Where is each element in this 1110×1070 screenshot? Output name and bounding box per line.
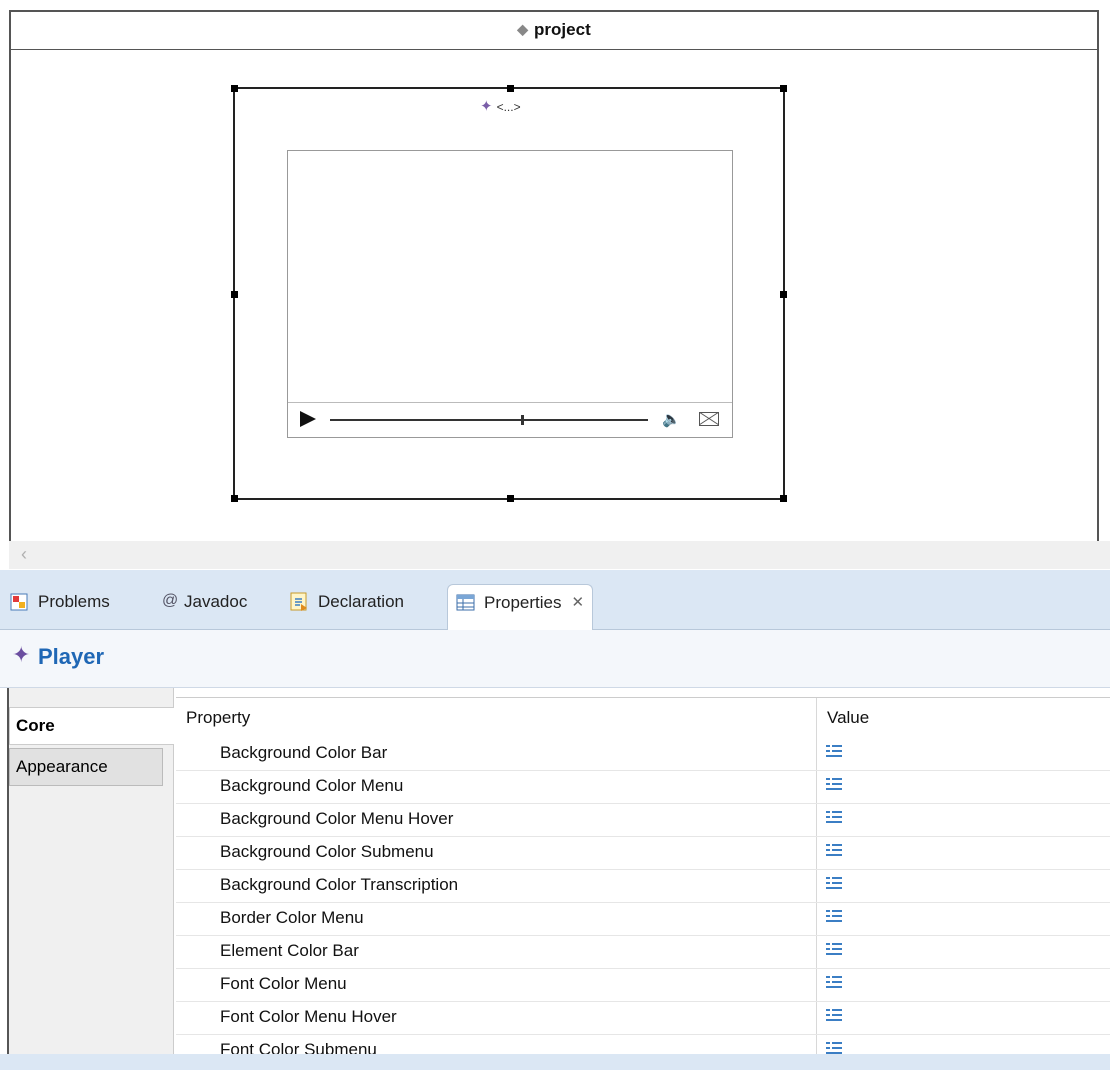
edit-value-icon[interactable] xyxy=(826,975,842,989)
table-row[interactable]: Background Color Menu Hover xyxy=(176,804,1110,837)
declaration-icon xyxy=(290,592,310,612)
tab-declaration[interactable]: Declaration xyxy=(290,584,404,630)
table-row[interactable]: Background Color Transcription xyxy=(176,870,1110,903)
view-tab-bar: Problems @ Javadoc Declaration Propertie… xyxy=(0,570,1110,630)
seek-thumb xyxy=(521,415,524,425)
problems-icon xyxy=(10,592,30,612)
section-tab-core[interactable]: Core xyxy=(9,707,174,745)
edit-value-icon[interactable] xyxy=(826,1008,842,1022)
column-header-value[interactable]: Value xyxy=(827,698,869,738)
property-table: Property Value Background Color Bar Backg… xyxy=(176,697,1110,1070)
resize-handle-s[interactable] xyxy=(507,495,514,502)
property-name: Font Color Menu Hover xyxy=(220,1007,397,1026)
resize-handle-e[interactable] xyxy=(780,291,787,298)
diamond-icon: ◆ xyxy=(517,21,529,37)
tab-properties-label: Properties xyxy=(484,593,562,612)
volume-icon: 🔈 xyxy=(662,411,681,428)
tab-declaration-label: Declaration xyxy=(318,592,404,611)
section-tabs: Core Appearance xyxy=(9,688,174,1070)
scroll-left-icon[interactable]: ‹ xyxy=(21,544,27,565)
table-row[interactable]: Border Color Menu xyxy=(176,903,1110,936)
edit-value-icon[interactable] xyxy=(826,777,842,791)
tab-properties[interactable]: Properties ✕ xyxy=(447,584,594,630)
resize-handle-nw[interactable] xyxy=(231,85,238,92)
resize-handle-ne[interactable] xyxy=(780,85,787,92)
property-name: Background Color Transcription xyxy=(220,875,459,894)
left-border xyxy=(0,688,9,1070)
property-name: Background Color Submenu xyxy=(220,842,434,861)
resize-handle-n[interactable] xyxy=(507,85,514,92)
edit-value-icon[interactable] xyxy=(826,942,842,956)
edit-value-icon[interactable] xyxy=(826,1041,842,1055)
close-icon[interactable]: ✕ xyxy=(571,593,584,611)
tab-javadoc-label: Javadoc xyxy=(184,592,248,611)
fullscreen-icon xyxy=(699,412,719,426)
property-name: Element Color Bar xyxy=(220,941,359,960)
properties-title-bar: ✦ Player xyxy=(0,630,1110,688)
property-name: Background Color Menu Hover xyxy=(220,809,454,828)
bottom-strip xyxy=(0,1054,1110,1070)
sparkle-icon: ✦ xyxy=(480,98,493,115)
tab-problems[interactable]: Problems xyxy=(10,584,110,630)
table-row[interactable]: Background Color Submenu xyxy=(176,837,1110,870)
resize-handle-sw[interactable] xyxy=(231,495,238,502)
column-header-property[interactable]: Property xyxy=(186,698,250,738)
player-label-text: <...> xyxy=(496,100,521,114)
at-icon: @ xyxy=(162,592,179,609)
edit-value-icon[interactable] xyxy=(826,810,842,824)
video-player-preview: 🔈 xyxy=(287,150,733,438)
horizontal-scrollbar[interactable]: ‹ xyxy=(9,541,1110,569)
sparkle-icon: ✦ xyxy=(12,642,31,667)
property-name: Background Color Menu xyxy=(220,776,404,795)
table-row[interactable]: Background Color Menu xyxy=(176,771,1110,804)
table-row[interactable]: Element Color Bar xyxy=(176,936,1110,969)
seek-bar xyxy=(330,415,648,425)
resize-handle-w[interactable] xyxy=(231,291,238,298)
property-name: Font Color Menu xyxy=(220,974,347,993)
edit-value-icon[interactable] xyxy=(826,744,842,758)
project-title: project xyxy=(534,19,591,39)
edit-value-icon[interactable] xyxy=(826,876,842,890)
tab-javadoc[interactable]: @ Javadoc xyxy=(162,584,247,630)
video-control-bar: 🔈 xyxy=(288,402,732,437)
property-name: Background Color Bar xyxy=(220,743,388,762)
property-name: Border Color Menu xyxy=(220,908,364,927)
edit-value-icon[interactable] xyxy=(826,843,842,857)
player-label: ✦ <...> xyxy=(480,97,521,115)
play-icon xyxy=(300,411,316,427)
tab-problems-label: Problems xyxy=(38,592,110,611)
resize-handle-se[interactable] xyxy=(780,495,787,502)
properties-icon xyxy=(456,593,476,613)
project-header[interactable]: ◆ project xyxy=(9,10,1099,50)
edit-value-icon[interactable] xyxy=(826,909,842,923)
properties-title: Player xyxy=(38,644,105,669)
section-tab-appearance[interactable]: Appearance xyxy=(9,748,163,786)
table-row[interactable]: Background Color Bar xyxy=(176,738,1110,771)
table-row[interactable]: Font Color Menu xyxy=(176,969,1110,1002)
table-row[interactable]: Font Color Menu Hover xyxy=(176,1002,1110,1035)
